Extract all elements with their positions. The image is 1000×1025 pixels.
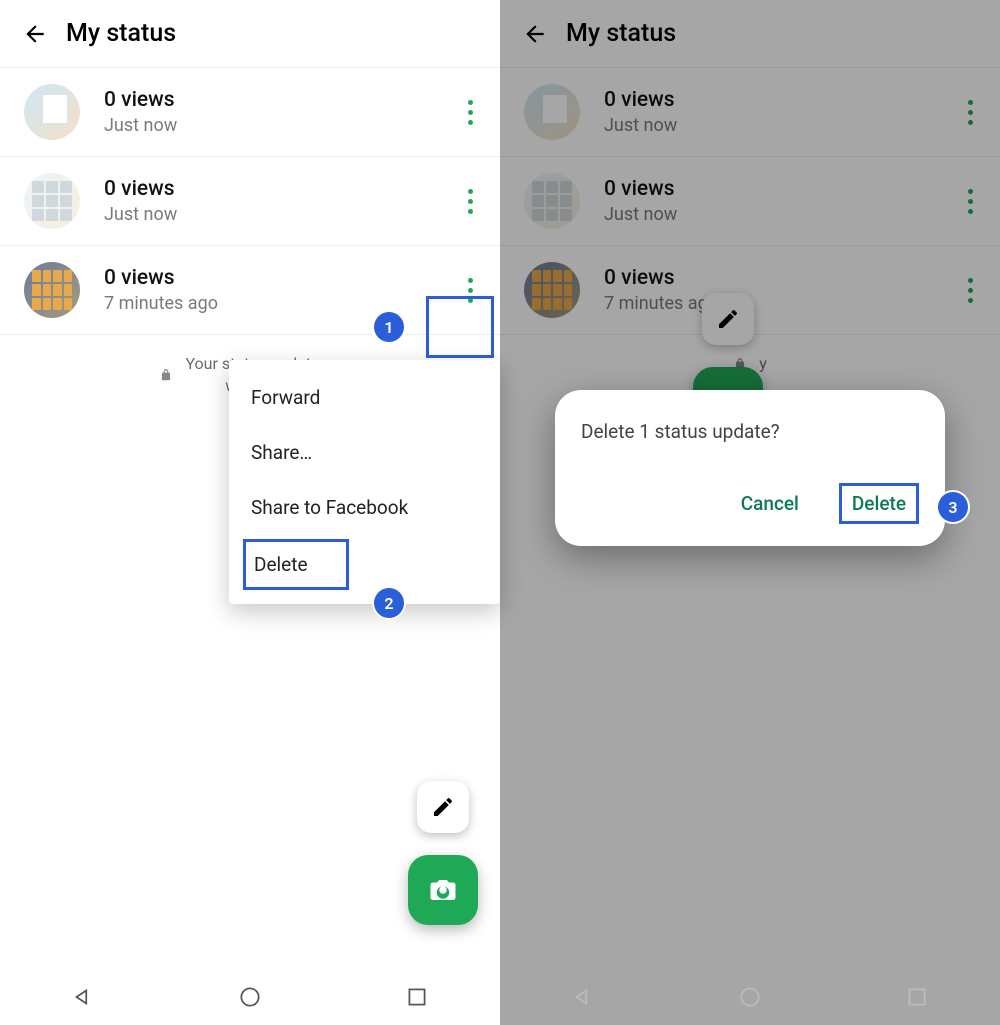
status-time: 7 minutes ago — [104, 293, 452, 314]
dialog-cancel-button[interactable]: Cancel — [731, 486, 809, 521]
status-row[interactable]: 0 views Just now — [0, 68, 500, 157]
step-2-badge: 2 — [374, 588, 404, 618]
camera-icon — [428, 875, 458, 905]
status-views: 0 views — [604, 266, 952, 291]
status-views: 0 views — [604, 177, 952, 202]
dialog-actions: Cancel Delete — [581, 483, 919, 524]
status-time: Just now — [604, 204, 952, 225]
status-options-button[interactable] — [952, 178, 988, 224]
status-row-text: 0 views Just now — [104, 88, 452, 136]
nav-home-icon[interactable] — [737, 984, 763, 1010]
status-row[interactable]: 0 views Just now — [500, 68, 1000, 157]
status-views: 0 views — [104, 177, 452, 202]
status-row-text: 0 views Just now — [604, 177, 952, 225]
status-row[interactable]: 0 views 7 minutes ago — [0, 246, 500, 335]
back-button[interactable] — [18, 17, 52, 51]
pencil-icon — [431, 795, 455, 819]
status-context-menu: Forward Share… Share to Facebook Delete — [229, 360, 500, 604]
page-title: My status — [566, 19, 676, 48]
step-1-badge: 1 — [374, 312, 404, 342]
nav-recents-icon[interactable] — [904, 984, 930, 1010]
app-header: My status — [500, 0, 1000, 68]
nav-home-icon[interactable] — [237, 984, 263, 1010]
dialog-message: Delete 1 status update? — [581, 420, 919, 443]
step-3-badge: 3 — [938, 492, 968, 522]
status-views: 0 views — [604, 88, 952, 113]
status-time: Just now — [104, 115, 452, 136]
status-views: 0 views — [104, 88, 452, 113]
menu-share-facebook[interactable]: Share to Facebook — [229, 480, 500, 535]
step-1-highlight — [426, 296, 494, 358]
status-thumbnail — [24, 84, 80, 140]
status-row[interactable]: 0 views Just now — [500, 157, 1000, 246]
arrow-left-icon — [22, 21, 48, 47]
nav-recents-icon[interactable] — [404, 984, 430, 1010]
fab-column — [408, 781, 478, 925]
status-row-text: 0 views 7 minutes ago — [104, 266, 452, 314]
status-options-button[interactable] — [452, 89, 488, 135]
status-thumbnail — [524, 84, 580, 140]
screenshot-step-1-2: My status 0 views Just now 0 views Just … — [0, 0, 500, 1025]
status-views: 0 views — [104, 266, 452, 291]
camera-fab[interactable] — [408, 855, 478, 925]
compose-text-fab[interactable] — [702, 293, 754, 345]
status-row-text: 0 views Just now — [104, 177, 452, 225]
compose-text-fab[interactable] — [417, 781, 469, 833]
lock-icon — [159, 368, 173, 382]
delete-confirmation-dialog: Delete 1 status update? Cancel Delete — [555, 390, 945, 546]
status-thumbnail — [524, 173, 580, 229]
app-header: My status — [0, 0, 500, 68]
status-thumbnail — [24, 173, 80, 229]
menu-delete[interactable]: Delete — [243, 539, 349, 590]
status-list: 0 views Just now 0 views Just now 0 view… — [0, 68, 500, 335]
status-time: Just now — [604, 115, 952, 136]
status-row[interactable]: 0 views Just now — [0, 157, 500, 246]
menu-share[interactable]: Share… — [229, 425, 500, 480]
status-time: Just now — [104, 204, 452, 225]
status-options-button[interactable] — [952, 89, 988, 135]
arrow-left-icon — [522, 21, 548, 47]
dialog-delete-button[interactable]: Delete — [839, 483, 919, 524]
menu-forward[interactable]: Forward — [229, 370, 500, 425]
back-button[interactable] — [518, 17, 552, 51]
status-row-text: 0 views Just now — [604, 88, 952, 136]
status-thumbnail — [24, 262, 80, 318]
status-options-button[interactable] — [452, 178, 488, 224]
nav-back-icon[interactable] — [570, 984, 596, 1010]
nav-back-icon[interactable] — [70, 984, 96, 1010]
pencil-icon — [716, 307, 740, 331]
page-title: My status — [66, 19, 176, 48]
android-navbar — [0, 969, 500, 1025]
android-navbar — [500, 969, 1000, 1025]
